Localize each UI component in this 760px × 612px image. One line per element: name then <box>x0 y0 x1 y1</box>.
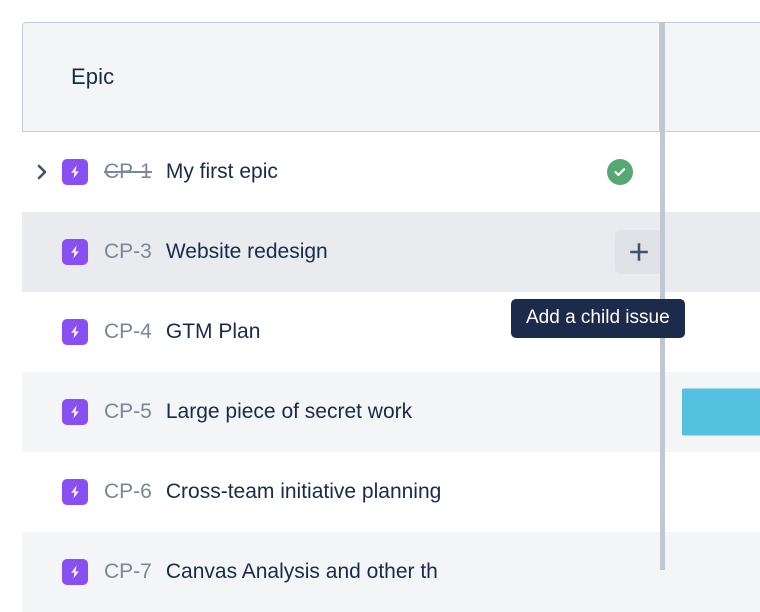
column-header-epic: Epic <box>71 64 115 89</box>
row-epic-cell: CP-6 Cross-team initiative planning <box>22 452 660 532</box>
table-row[interactable]: CP-3 Website redesign <box>22 212 760 292</box>
timeline-bar[interactable] <box>682 388 760 436</box>
row-epic-cell: CP-5 Large piece of secret work <box>22 372 660 452</box>
issue-summary[interactable]: Cross-team initiative planning <box>166 480 441 504</box>
timeline-view: Epic CP-1 My first epic CP-3 Website redesi… <box>0 0 760 612</box>
epic-lightning-icon <box>62 319 88 345</box>
table-row[interactable]: CP-1 My first epic <box>22 132 760 212</box>
issue-summary[interactable]: Large piece of secret work <box>166 400 412 424</box>
row-timeline-cell[interactable] <box>660 372 760 452</box>
issue-key[interactable]: CP-1 <box>104 160 152 184</box>
timeline-header: Epic <box>22 22 760 132</box>
issue-summary[interactable]: Canvas Analysis and other th <box>166 560 438 584</box>
panel-split-divider[interactable] <box>660 22 665 570</box>
table-row[interactable]: CP-5 Large piece of secret work <box>22 372 760 452</box>
epic-lightning-icon <box>62 159 88 185</box>
issue-rows: CP-1 My first epic CP-3 Website redesign CP-… <box>22 132 760 612</box>
header-cell-epic: Epic <box>22 22 660 132</box>
table-row[interactable]: CP-6 Cross-team initiative planning <box>22 452 760 532</box>
row-timeline-cell[interactable] <box>660 532 760 612</box>
issue-key[interactable]: CP-4 <box>104 320 152 344</box>
row-epic-cell: CP-7 Canvas Analysis and other th <box>22 532 660 612</box>
issue-key[interactable]: CP-6 <box>104 480 152 504</box>
row-epic-cell: CP-3 Website redesign <box>22 212 663 292</box>
row-epic-cell: CP-1 My first epic <box>22 132 660 212</box>
header-cell-timeline <box>664 22 760 132</box>
add-child-issue-button[interactable] <box>615 230 663 274</box>
row-timeline-cell[interactable] <box>660 132 760 212</box>
issue-key[interactable]: CP-3 <box>104 240 152 264</box>
table-row[interactable]: CP-7 Canvas Analysis and other th <box>22 532 760 612</box>
issue-summary[interactable]: Website redesign <box>166 240 328 264</box>
expand-chevron-icon[interactable] <box>22 164 62 180</box>
issue-summary[interactable]: GTM Plan <box>166 320 261 344</box>
row-timeline-cell[interactable] <box>660 212 760 292</box>
epic-lightning-icon <box>62 479 88 505</box>
issue-key[interactable]: CP-7 <box>104 560 152 584</box>
issue-summary[interactable]: My first epic <box>166 160 278 184</box>
issue-key[interactable]: CP-5 <box>104 400 152 424</box>
row-timeline-cell[interactable] <box>660 452 760 532</box>
epic-lightning-icon <box>62 399 88 425</box>
tooltip-add-child-issue: Add a child issue <box>511 299 685 338</box>
epic-lightning-icon <box>62 559 88 585</box>
check-circle-icon <box>607 159 633 185</box>
epic-lightning-icon <box>62 239 88 265</box>
